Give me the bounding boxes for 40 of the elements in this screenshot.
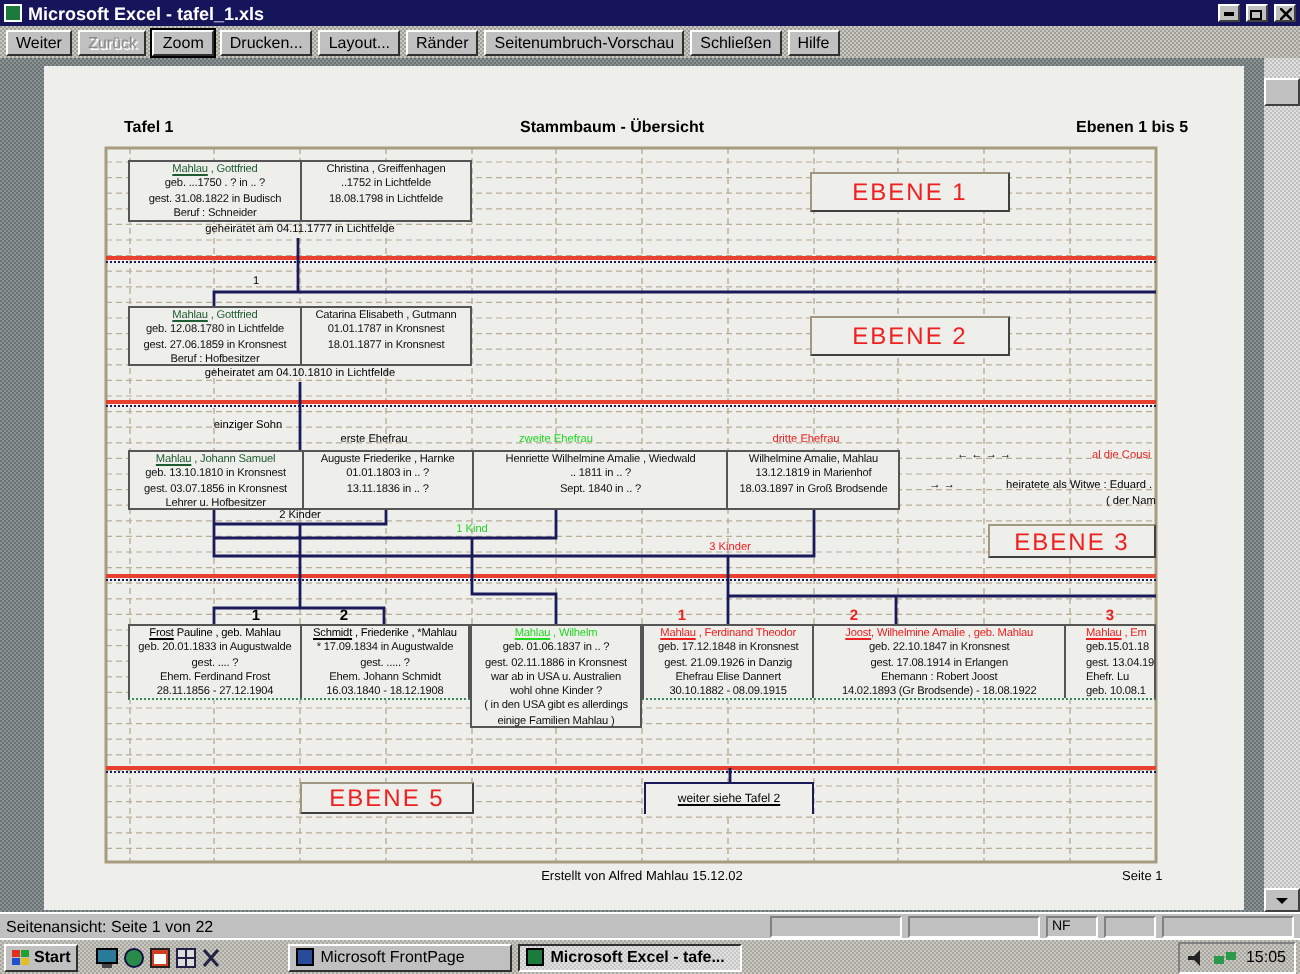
close-icon[interactable] — [1274, 4, 1296, 22]
globe-icon[interactable] — [124, 947, 145, 967]
toolbar-button[interactable]: Hilfe — [787, 29, 840, 55]
scroll-thumb[interactable] — [1264, 78, 1300, 106]
page-header: Tafel 1 — [124, 118, 174, 136]
level-label: EBENE 3 — [988, 524, 1156, 558]
grid-icon[interactable] — [176, 947, 197, 967]
status-panel — [770, 915, 902, 937]
level-label: EBENE 5 — [300, 782, 474, 814]
toolbar-button[interactable]: Drucken... — [219, 29, 313, 55]
status-text: Seitenansicht: Seite 1 von 22 — [6, 917, 216, 935]
status-panel — [1104, 915, 1156, 937]
toolbar-button[interactable]: Seitenumbruch-Vorschau — [484, 29, 685, 55]
minimize-icon[interactable] — [1218, 4, 1240, 22]
page-header: Ebenen 1 bis 5 — [1076, 118, 1189, 136]
clock: 15:05 — [1245, 948, 1286, 966]
desktop-icon[interactable] — [96, 947, 119, 967]
window-title: Microsoft Excel - tafel_1.xls — [28, 3, 267, 23]
window-icon[interactable] — [150, 947, 171, 967]
toolbar-button[interactable]: Layout... — [318, 29, 401, 55]
app-icon — [526, 948, 545, 966]
toolbar-button[interactable]: Ränder — [406, 29, 479, 55]
toolbar-button[interactable]: Zoom — [152, 29, 214, 55]
toolbar-button[interactable]: Weiter — [6, 29, 72, 55]
taskbar-button[interactable]: Microsoft FrontPage — [288, 943, 513, 971]
start-button[interactable]: Start — [4, 943, 79, 971]
restore-icon[interactable] — [1246, 4, 1268, 22]
scroll-down-icon[interactable] — [1276, 897, 1288, 903]
excel-icon — [4, 4, 22, 22]
status-panel — [908, 915, 1040, 937]
toolbar-button[interactable]: Schließen — [690, 29, 782, 55]
flag-icon — [12, 949, 30, 965]
app-icon — [296, 948, 315, 966]
level-label: EBENE 1 — [810, 172, 1010, 212]
speaker-icon[interactable] — [1187, 949, 1206, 965]
page-header: Stammbaum - Übersicht — [519, 118, 705, 136]
taskbar-button[interactable]: Microsoft Excel - tafe... — [518, 943, 743, 971]
scrollbar[interactable] — [1264, 58, 1300, 912]
status-panel — [1162, 915, 1294, 937]
level-label: EBENE 2 — [810, 316, 1010, 356]
